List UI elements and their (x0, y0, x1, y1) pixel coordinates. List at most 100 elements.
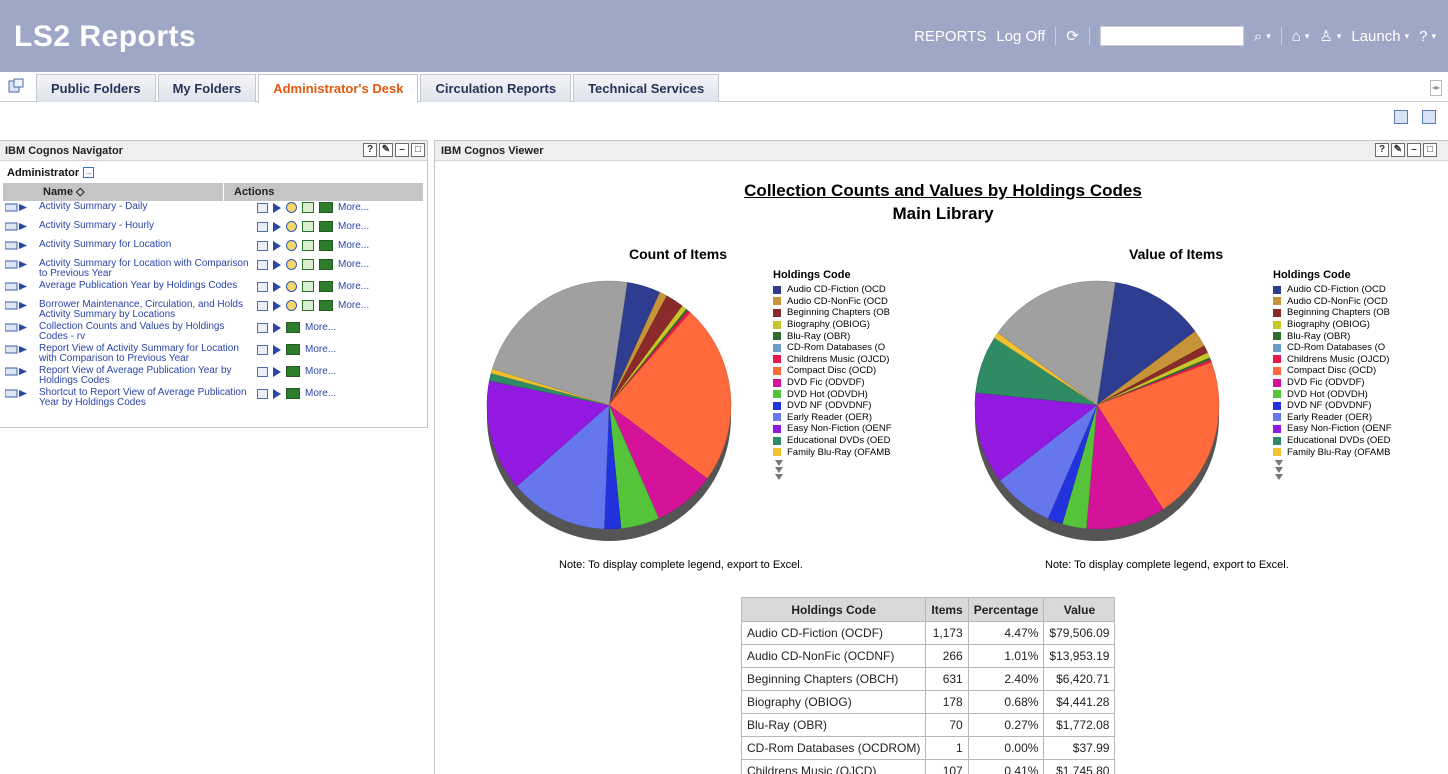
properties-icon[interactable] (257, 221, 268, 232)
edit-icon[interactable]: ✎ (379, 143, 393, 157)
report-link[interactable]: Collection Counts and Values by Holdings… (39, 322, 253, 342)
open-editor-icon[interactable] (319, 300, 333, 311)
properties-icon[interactable] (257, 259, 268, 270)
schedule-icon[interactable] (302, 259, 314, 270)
search-icon[interactable]: ⌕ ▾ (1254, 28, 1271, 45)
open-editor-icon[interactable] (286, 344, 300, 355)
portal-icon[interactable] (8, 78, 24, 94)
run-with-options-icon[interactable] (286, 202, 297, 213)
run-icon[interactable] (273, 366, 281, 377)
list-item[interactable]: Activity Summary for Location More... (3, 239, 423, 258)
home-icon[interactable]: ⌂ ▾ (1292, 28, 1310, 45)
run-icon[interactable] (273, 300, 281, 311)
help-icon[interactable]: ? (1375, 143, 1389, 157)
schedule-icon[interactable] (302, 300, 314, 311)
run-with-options-icon[interactable] (286, 259, 297, 270)
more-link[interactable]: More... (305, 322, 336, 333)
run-icon[interactable] (273, 221, 281, 232)
maximize-icon[interactable]: □ (411, 143, 425, 157)
properties-icon[interactable] (257, 388, 268, 399)
properties-icon[interactable] (257, 240, 268, 251)
more-link[interactable]: More... (338, 281, 369, 292)
legend-scroll-icon[interactable] (1275, 459, 1392, 480)
open-editor-icon[interactable] (319, 202, 333, 213)
more-link[interactable]: More... (305, 344, 336, 355)
tab-my-folders[interactable]: My Folders (157, 74, 257, 102)
list-item[interactable]: Report View of Activity Summary for Loca… (3, 343, 423, 365)
more-link[interactable]: More... (338, 259, 369, 270)
report-link[interactable]: Average Publication Year by Holdings Cod… (39, 281, 253, 291)
tab-public-folders[interactable]: Public Folders (36, 74, 156, 102)
open-editor-icon[interactable] (286, 322, 300, 333)
refresh-icon[interactable]: ⟳ (1066, 27, 1079, 45)
edit-page-icon[interactable] (1422, 110, 1436, 124)
run-with-options-icon[interactable] (286, 300, 297, 311)
more-link[interactable]: More... (338, 240, 369, 251)
report-link[interactable]: Report View of Average Publication Year … (39, 366, 253, 386)
list-item[interactable]: Activity Summary for Location with Compa… (3, 258, 423, 280)
tab-scroll-button[interactable]: ◂▸ (1430, 80, 1442, 96)
launch-menu[interactable]: Launch ▾ (1351, 28, 1409, 45)
properties-icon[interactable] (257, 202, 268, 213)
run-icon[interactable] (273, 259, 281, 270)
minimize-icon[interactable]: – (395, 143, 409, 157)
minimize-icon[interactable]: – (1407, 143, 1421, 157)
schedule-icon[interactable] (302, 221, 314, 232)
report-link[interactable]: Activity Summary - Daily (39, 202, 253, 212)
more-link[interactable]: More... (305, 388, 336, 399)
properties-icon[interactable] (257, 322, 268, 333)
run-icon[interactable] (273, 240, 281, 251)
list-item[interactable]: Activity Summary - Daily More... (3, 201, 423, 220)
list-item[interactable]: Activity Summary - Hourly More... (3, 220, 423, 239)
tab-technical-services[interactable]: Technical Services (573, 74, 720, 102)
list-item[interactable]: Collection Counts and Values by Holdings… (3, 321, 423, 343)
report-link[interactable]: Report View of Activity Summary for Loca… (39, 344, 253, 364)
schedule-icon[interactable] (302, 202, 314, 213)
properties-icon[interactable] (257, 344, 268, 355)
tab-administrator-s-desk[interactable]: Administrator's Desk (258, 74, 419, 103)
reports-link[interactable]: REPORTS (914, 28, 986, 45)
list-item[interactable]: Shortcut to Report View of Average Publi… (3, 387, 423, 409)
run-icon[interactable] (273, 388, 281, 399)
run-with-options-icon[interactable] (286, 240, 297, 251)
go-up-icon[interactable]: → (83, 167, 95, 178)
open-editor-icon[interactable] (286, 366, 300, 377)
col-name[interactable]: Name ◇ (3, 183, 223, 201)
search-input[interactable] (1099, 26, 1244, 46)
run-icon[interactable] (273, 202, 281, 213)
report-link[interactable]: Activity Summary for Location with Compa… (39, 259, 253, 279)
open-editor-icon[interactable] (319, 259, 333, 270)
report-link[interactable]: Activity Summary for Location (39, 240, 253, 250)
tab-circulation-reports[interactable]: Circulation Reports (420, 74, 572, 102)
logoff-link[interactable]: Log Off (996, 28, 1045, 45)
open-editor-icon[interactable] (319, 240, 333, 251)
schedule-icon[interactable] (302, 240, 314, 251)
more-link[interactable]: More... (338, 221, 369, 232)
list-item[interactable]: Report View of Average Publication Year … (3, 365, 423, 387)
open-editor-icon[interactable] (319, 281, 333, 292)
properties-icon[interactable] (257, 366, 268, 377)
list-item[interactable]: Average Publication Year by Holdings Cod… (3, 280, 423, 299)
edit-icon[interactable]: ✎ (1391, 143, 1405, 157)
open-editor-icon[interactable] (286, 388, 300, 399)
more-link[interactable]: More... (338, 300, 369, 311)
run-with-options-icon[interactable] (286, 221, 297, 232)
layout-icon[interactable] (1394, 110, 1408, 124)
open-editor-icon[interactable] (319, 221, 333, 232)
more-link[interactable]: More... (305, 366, 336, 377)
help-icon[interactable]: ? ▾ (1419, 28, 1436, 45)
properties-icon[interactable] (257, 281, 268, 292)
help-icon[interactable]: ? (363, 143, 377, 157)
run-icon[interactable] (273, 281, 281, 292)
report-link[interactable]: Borrower Maintenance, Circulation, and H… (39, 300, 253, 320)
properties-icon[interactable] (257, 300, 268, 311)
run-icon[interactable] (273, 322, 281, 333)
folder-label[interactable]: Administrator (7, 167, 79, 179)
user-icon[interactable]: ♙ ▾ (1319, 27, 1341, 45)
report-link[interactable]: Activity Summary - Hourly (39, 221, 253, 231)
more-link[interactable]: More... (338, 202, 369, 213)
run-icon[interactable] (273, 344, 281, 355)
legend-scroll-icon[interactable] (775, 459, 892, 480)
maximize-icon[interactable]: □ (1423, 143, 1437, 157)
run-with-options-icon[interactable] (286, 281, 297, 292)
